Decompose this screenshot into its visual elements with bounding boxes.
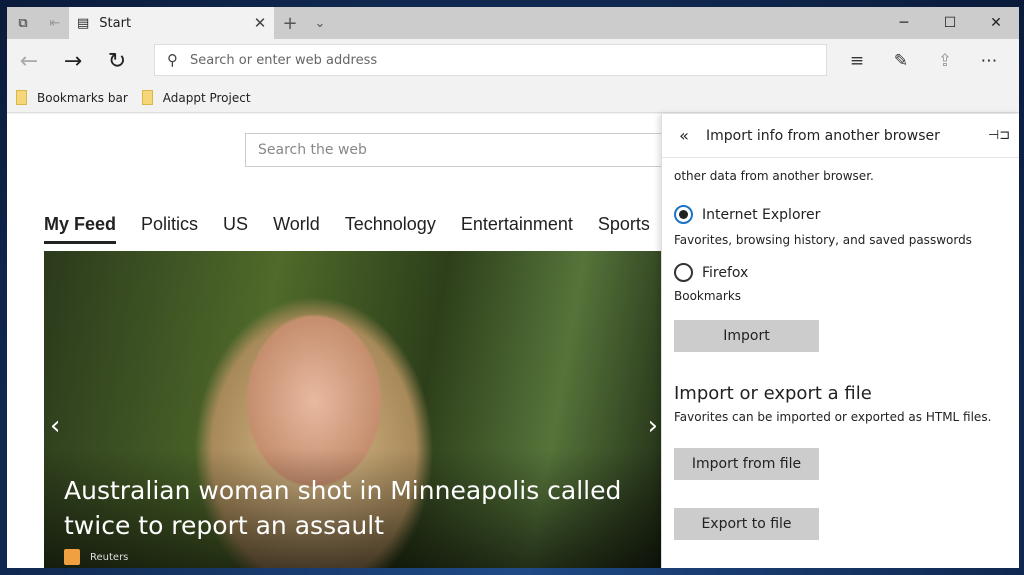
panel-intro: other data from another browser. (674, 169, 874, 183)
next-arrow-icon[interactable]: › (648, 411, 658, 441)
category-world[interactable]: World (273, 214, 320, 244)
bookmark-folder[interactable]: Bookmarks bar (16, 90, 128, 105)
bookmark-folder[interactable]: Adappt Project (141, 90, 251, 105)
feed-categories: My Feed Politics US World Technology Ent… (44, 214, 675, 244)
pin-icon[interactable]: ⊣⊐ (979, 128, 1019, 143)
category-entertainment[interactable]: Entertainment (461, 214, 573, 244)
address-bar[interactable]: ⚲ Search or enter web address (154, 44, 827, 76)
file-heading: Import or export a file (674, 383, 872, 404)
import-button[interactable]: Import (674, 320, 819, 352)
import-panel: « Import info from another browser ⊣⊐ ot… (661, 114, 1019, 568)
refresh-icon[interactable]: ↻ (95, 49, 139, 74)
web-note-icon[interactable]: ✎ (879, 51, 923, 71)
category-my-feed[interactable]: My Feed (44, 214, 117, 244)
option-desc: Favorites, browsing history, and saved p… (674, 233, 972, 247)
page-icon: ▤ (77, 15, 90, 31)
minimize-button[interactable]: ─ (881, 7, 927, 39)
tab-manager-icon[interactable]: ⧉ (7, 7, 39, 39)
close-tab-icon[interactable]: ✕ (246, 14, 274, 32)
import-from-file-button[interactable]: Import from file (674, 448, 819, 480)
radio-label: Internet Explorer (702, 206, 821, 223)
panel-title: Import info from another browser (706, 127, 940, 144)
export-to-file-button[interactable]: Export to file (674, 508, 819, 540)
category-sports[interactable]: Sports (598, 214, 650, 244)
search-icon: ⚲ (167, 51, 178, 69)
bookmark-label: Bookmarks bar (37, 90, 128, 105)
radio-firefox[interactable]: Firefox (674, 263, 1007, 282)
file-desc: Favorites can be imported or exported as… (674, 410, 992, 424)
bookmark-label: Adappt Project (162, 90, 251, 105)
headline[interactable]: Australian woman shot in Minneapolis cal… (64, 473, 624, 543)
new-tab-icon[interactable]: + (275, 13, 305, 34)
forward-icon[interactable]: → (51, 49, 95, 74)
back-icon[interactable]: ← (7, 49, 51, 74)
bookmarks-bar: Bookmarks bar Adappt Project (7, 83, 1019, 113)
tab-bar: ⧉ ⇤ ▤ Start ✕ + ⌄ ─ ☐ ✕ (7, 7, 1019, 39)
tab-title: Start (99, 15, 132, 31)
source-logo-icon (64, 549, 80, 565)
more-icon[interactable]: ⋯ (967, 51, 1011, 71)
news-hero[interactable]: ‹ › Australian woman shot in Minneapolis… (44, 251, 664, 568)
web-search-input[interactable]: Search the web (245, 133, 665, 167)
radio-internet-explorer[interactable]: Internet Explorer (674, 205, 1007, 224)
category-technology[interactable]: Technology (345, 214, 436, 244)
set-aside-tabs-icon[interactable]: ⇤ (39, 7, 71, 39)
folder-icon (16, 90, 27, 105)
share-icon[interactable]: ⇪ (923, 51, 967, 71)
source-name: Reuters (90, 551, 129, 563)
radio-label: Firefox (702, 264, 749, 281)
tab-start[interactable]: ▤ Start ✕ (69, 7, 274, 39)
nav-bar: ← → ↻ ⚲ Search or enter web address ≡ ✎ ⇪ ⋯ (7, 39, 1019, 83)
hub-icon[interactable]: ≡ (835, 51, 879, 71)
close-window-button[interactable]: ✕ (973, 7, 1019, 39)
folder-icon (141, 90, 153, 105)
address-placeholder: Search or enter web address (190, 52, 378, 68)
back-chevron-icon[interactable]: « (662, 126, 706, 145)
category-us[interactable]: US (223, 214, 248, 244)
browser-window: ⧉ ⇤ ▤ Start ✕ + ⌄ ─ ☐ ✕ ← → ↻ ⚲ Search or en… (7, 7, 1019, 568)
option-desc: Bookmarks (674, 289, 742, 303)
maximize-button[interactable]: ☐ (927, 7, 973, 39)
tab-preview-chevron-icon[interactable]: ⌄ (305, 16, 335, 31)
prev-arrow-icon[interactable]: ‹ (50, 411, 60, 441)
category-politics[interactable]: Politics (141, 214, 198, 244)
